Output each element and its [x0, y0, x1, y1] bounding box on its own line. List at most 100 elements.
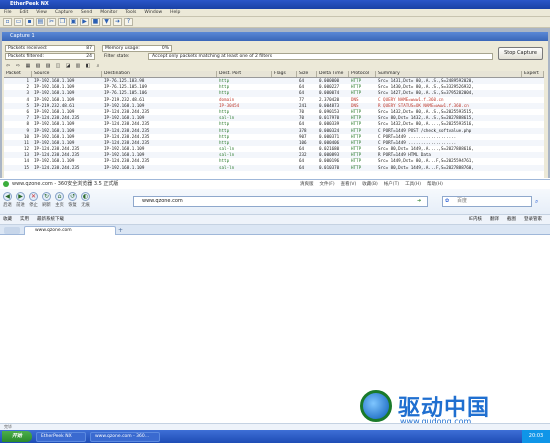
- start-button[interactable]: 开始: [2, 431, 32, 442]
- table-cell: HTTP: [351, 164, 362, 170]
- col-delta-time[interactable]: Delta Time: [317, 71, 349, 77]
- login-manager-button[interactable]: 登录管家: [524, 215, 542, 224]
- menu-help[interactable]: 帮助(H): [427, 181, 443, 187]
- restore-icon[interactable]: ↺: [68, 192, 77, 201]
- send-icon[interactable]: ➜: [113, 18, 122, 26]
- capture-toolbar: ⇦ ⇨ ▦ ▧ ▨ ◫ ◪ ▥ ◧ ⌕: [4, 62, 544, 70]
- screenshot-button[interactable]: 截图: [507, 215, 516, 224]
- forward-icon[interactable]: ▶: [16, 192, 25, 201]
- nav-labels: 后退 前进 停止 刷新 主页 恢复 无痕: [1, 202, 92, 208]
- col-source[interactable]: Source: [32, 71, 102, 77]
- home-label[interactable]: 主页: [53, 202, 66, 208]
- menu-help[interactable]: Help: [170, 10, 180, 15]
- conversations-view-icon[interactable]: ◫: [54, 63, 62, 70]
- packets-filtered-label: Packets filtered:: [8, 54, 45, 59]
- packets-view-icon[interactable]: ▦: [24, 63, 32, 70]
- menu-capture[interactable]: Capture: [55, 10, 73, 15]
- col-flags[interactable]: Flags: [272, 71, 297, 77]
- fav-favorites[interactable]: 收藏: [3, 215, 12, 224]
- address-bar[interactable]: www.qzone.com: [133, 196, 428, 207]
- menu-account[interactable]: 帐户(T): [384, 181, 399, 187]
- restore-label[interactable]: 恢复: [66, 202, 79, 208]
- etherpeek-title-bar: EtherPeek NX: [0, 0, 550, 9]
- memory-usage-stat: Memory usage: 0%: [102, 45, 172, 52]
- filter-icon[interactable]: ▼: [102, 18, 111, 26]
- expert-view-icon[interactable]: ◪: [64, 63, 72, 70]
- back-arrow-icon[interactable]: ⇦: [4, 63, 12, 70]
- packet-list[interactable]: 1 IP-192.168.1.109 IP-76.125.183.98 http 64 0…: [4, 78, 544, 178]
- translate-button[interactable]: 翻译: [490, 215, 499, 224]
- search-input[interactable]: 百度: [442, 196, 532, 207]
- help-icon[interactable]: ?: [124, 18, 133, 26]
- etherpeek-toolbar: ▫ ▭ ▪ ▤ ✂ ❐ ▣ ▶ ■ ▼ ➜ ?: [0, 17, 550, 28]
- incognito-icon[interactable]: ◐: [81, 192, 90, 201]
- menu-edit[interactable]: Edit: [20, 10, 29, 15]
- find-icon[interactable]: ⌕: [94, 63, 102, 70]
- home-icon[interactable]: ⌂: [55, 192, 64, 201]
- forward-arrow-icon[interactable]: ⇨: [14, 63, 22, 70]
- col-packet[interactable]: Packet: [4, 71, 32, 77]
- stop-label[interactable]: 停止: [27, 202, 40, 208]
- search-icon[interactable]: ⌕: [535, 198, 543, 205]
- table-cell: IP-192.168.1.109: [104, 164, 145, 170]
- incognito-label[interactable]: 无痕: [79, 202, 92, 208]
- statistics-icon[interactable]: ▥: [74, 63, 82, 70]
- baidu-icon: ✿: [445, 198, 450, 204]
- table-row[interactable]: 15 IP-124.238.244.235 IP-192.168.1.109 sal-…: [4, 164, 544, 171]
- protocols-view-icon[interactable]: ▨: [44, 63, 52, 70]
- col-protocol[interactable]: Protocol: [349, 71, 376, 77]
- ie-core-button[interactable]: IE内核: [469, 215, 482, 224]
- menu-monitor[interactable]: Monitor: [100, 10, 117, 15]
- nodes-view-icon[interactable]: ▧: [34, 63, 42, 70]
- menu-file[interactable]: 文件(F): [320, 181, 335, 187]
- open-icon[interactable]: ▭: [14, 18, 23, 26]
- packets-filtered-value: 24: [86, 54, 92, 59]
- forward-label[interactable]: 前进: [14, 202, 27, 208]
- menu-window[interactable]: Window: [144, 10, 162, 15]
- new-tab-icon[interactable]: +: [118, 227, 125, 234]
- menu-view[interactable]: 查看(V): [341, 181, 357, 187]
- col-destination[interactable]: Destination: [102, 71, 217, 77]
- table-cell: [272, 165, 297, 171]
- menu-tools[interactable]: Tools: [125, 10, 136, 15]
- col-summary[interactable]: Summary: [376, 71, 522, 77]
- packets-received-stat: Packets received: 87: [5, 45, 95, 52]
- tab-qzone[interactable]: www.qzone.com: [24, 226, 116, 235]
- menu-send[interactable]: Send: [81, 10, 92, 15]
- stop-capture-icon[interactable]: ■: [91, 18, 100, 26]
- status-text: 完毕: [4, 424, 12, 429]
- menu-lite-mode[interactable]: 清爽版: [300, 181, 314, 187]
- back-icon[interactable]: ◀: [3, 192, 12, 201]
- col-expert[interactable]: Expert: [522, 71, 544, 77]
- col-size[interactable]: Size: [297, 71, 317, 77]
- go-icon[interactable]: ➜: [417, 198, 425, 205]
- table-cell: 64: [299, 164, 305, 170]
- task-etherpeek[interactable]: EtherPeek NX: [36, 431, 86, 442]
- task-browser[interactable]: www.qzone.com - 360...: [90, 431, 160, 442]
- paste-icon[interactable]: ▣: [69, 18, 78, 26]
- save-icon[interactable]: ▪: [25, 18, 34, 26]
- tab-list-icon[interactable]: [4, 227, 20, 234]
- decode-icon[interactable]: ◧: [84, 63, 92, 70]
- menu-file[interactable]: File: [4, 10, 12, 15]
- cut-icon[interactable]: ✂: [47, 18, 56, 26]
- menu-favorites[interactable]: 收藏(B): [362, 181, 378, 187]
- fav-latest-downloads[interactable]: 最新系统下载: [37, 215, 64, 224]
- menu-tools[interactable]: 工具(H): [405, 181, 421, 187]
- nav-buttons: ◀ ▶ ✕ ↻ ⌂ ↺ ◐: [3, 192, 90, 201]
- back-label[interactable]: 后退: [1, 202, 14, 208]
- col-dest-port[interactable]: Dest. Port: [217, 71, 272, 77]
- etherpeek-title: EtherPeek NX: [10, 1, 49, 7]
- fav-practical[interactable]: 实用: [20, 215, 29, 224]
- memory-usage-value: 0%: [161, 46, 169, 51]
- refresh-label[interactable]: 刷新: [40, 202, 53, 208]
- new-icon[interactable]: ▫: [3, 18, 12, 26]
- print-icon[interactable]: ▤: [36, 18, 45, 26]
- stop-capture-button[interactable]: Stop Capture: [498, 47, 543, 60]
- refresh-icon[interactable]: ↻: [42, 192, 51, 201]
- stop-icon[interactable]: ✕: [29, 192, 38, 201]
- packets-received-label: Packets received:: [8, 46, 48, 51]
- copy-icon[interactable]: ❐: [58, 18, 67, 26]
- menu-view[interactable]: View: [36, 10, 47, 15]
- start-capture-icon[interactable]: ▶: [80, 18, 89, 26]
